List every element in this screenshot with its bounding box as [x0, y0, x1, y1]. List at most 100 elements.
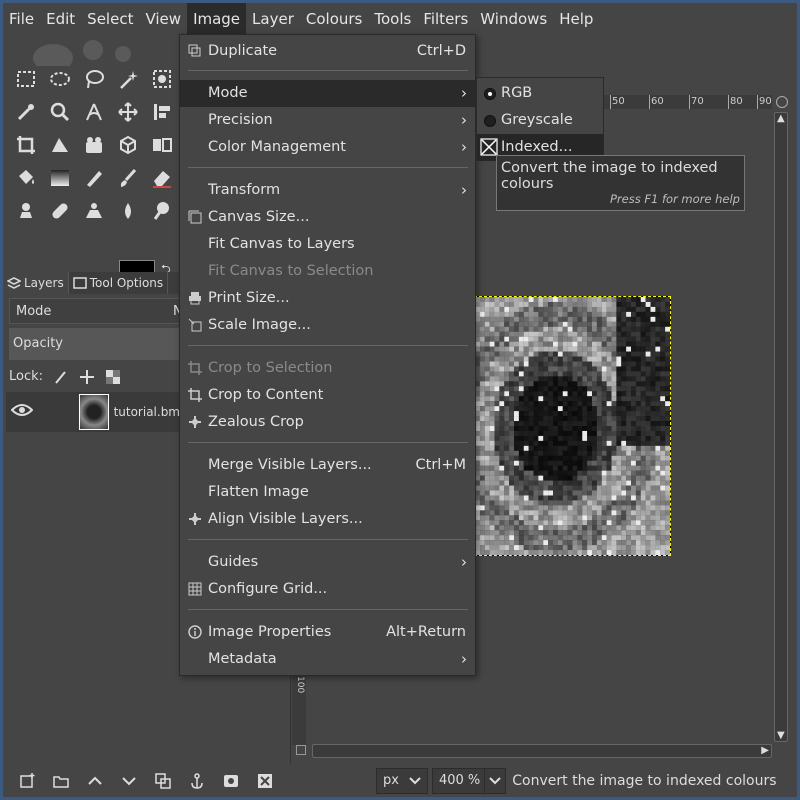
pencil-icon[interactable] [77, 161, 111, 194]
menu-item-crop-content[interactable]: Crop to Content [180, 382, 475, 409]
unit-select[interactable]: px [376, 767, 428, 794]
measure-icon[interactable] [77, 95, 111, 128]
precision-label: Precision [208, 112, 273, 128]
menu-item-fit-canvas-layers[interactable]: Fit Canvas to Layers [180, 231, 475, 258]
3d-transform-icon[interactable] [111, 128, 145, 161]
menu-item-print-size[interactable]: Print Size... [180, 285, 475, 312]
zoom-icon[interactable] [43, 95, 77, 128]
toolbox: ⮌ [3, 36, 180, 308]
menu-item-duplicate[interactable]: Duplicate Ctrl+D [180, 38, 475, 65]
image-properties-accel: Alt+Return [386, 624, 466, 640]
menu-windows[interactable]: Windows [474, 3, 553, 36]
submenu-item-rgb[interactable]: RGB [477, 80, 603, 107]
canvas-size-icon [188, 210, 204, 226]
menu-separator [188, 442, 468, 443]
menu-item-guides[interactable]: Guides › [180, 549, 475, 576]
image-canvas[interactable] [474, 296, 671, 556]
lasso-icon[interactable] [77, 62, 111, 95]
tooltip: Convert the image to indexed colours Pre… [496, 155, 745, 211]
warp-transform-icon[interactable] [77, 128, 111, 161]
raise-layer-icon[interactable] [81, 767, 109, 795]
quick-mask-icon[interactable] [296, 745, 306, 755]
menu-image[interactable]: Image [187, 3, 247, 36]
menu-help[interactable]: Help [553, 3, 599, 36]
new-layer-icon[interactable] [13, 767, 41, 795]
menu-item-metadata[interactable]: Metadata › [180, 646, 475, 673]
layer-mode-select[interactable]: Mode N [9, 298, 183, 324]
menubar: File Edit Select View Image Layer Colour… [3, 3, 797, 36]
menu-item-canvas-size[interactable]: Canvas Size... [180, 204, 475, 231]
menu-item-scale-image[interactable]: Scale Image... [180, 312, 475, 339]
menu-item-zealous-crop[interactable]: Zealous Crop [180, 409, 475, 436]
heal-icon[interactable] [43, 194, 77, 227]
lock-alpha-icon[interactable] [105, 369, 121, 385]
perspective-clone-icon[interactable] [77, 194, 111, 227]
ruler-label: 90 [757, 95, 772, 109]
lock-row: Lock: [9, 366, 180, 388]
anchor-layer-icon[interactable] [183, 767, 211, 795]
new-layer-group-icon[interactable] [47, 767, 75, 795]
eraser-icon[interactable] [145, 161, 179, 194]
submenu-item-greyscale[interactable]: Greyscale [477, 107, 603, 134]
menu-item-align-visible[interactable]: Align Visible Layers... [180, 506, 475, 533]
crop-icon[interactable] [9, 128, 43, 161]
duplicate-label: Duplicate [208, 43, 278, 59]
ruler-label: 60 [649, 95, 664, 109]
zoom-select[interactable]: 400 % [431, 767, 507, 794]
rect-select-icon[interactable] [9, 62, 43, 95]
menu-item-transform[interactable]: Transform › [180, 177, 475, 204]
layer-opacity-slider[interactable]: Opacity [9, 328, 180, 360]
menu-select[interactable]: Select [81, 3, 139, 36]
visibility-eye-icon[interactable] [6, 403, 39, 421]
menu-layer[interactable]: Layer [246, 3, 300, 36]
menu-item-color-management[interactable]: Color Management › [180, 134, 475, 161]
lock-pixels-icon[interactable] [53, 369, 69, 385]
duplicate-accel: Ctrl+D [416, 43, 466, 59]
image-properties-label: Image Properties [208, 624, 332, 640]
menu-colours[interactable]: Colours [300, 3, 368, 36]
crop-content-label: Crop to Content [208, 387, 324, 403]
menu-item-flatten[interactable]: Flatten Image [180, 479, 475, 506]
menu-edit[interactable]: Edit [40, 3, 81, 36]
menu-item-precision[interactable]: Precision › [180, 107, 475, 134]
color-picker-icon[interactable] [9, 95, 43, 128]
menu-tools[interactable]: Tools [368, 3, 417, 36]
menu-item-configure-grid[interactable]: Configure Grid... [180, 576, 475, 603]
menu-item-image-properties[interactable]: Image Properties Alt+Return [180, 619, 475, 646]
layer-mode-label: Mode [16, 304, 52, 319]
status-bar: px 400 % Convert the image to indexed co… [290, 764, 797, 797]
navigate-icon[interactable] [776, 96, 788, 108]
lower-layer-icon[interactable] [115, 767, 143, 795]
flip-icon[interactable] [145, 128, 179, 161]
menu-filters[interactable]: Filters [417, 3, 474, 36]
menu-item-mode[interactable]: Mode › [180, 80, 475, 107]
merge-visible-label: Merge Visible Layers... [208, 457, 372, 473]
align-icon[interactable] [145, 95, 179, 128]
transform-label: Transform [208, 182, 281, 198]
clone-icon[interactable] [9, 194, 43, 227]
dodge-burn-icon[interactable] [145, 194, 179, 227]
tab-layers[interactable]: Layers [3, 272, 69, 294]
move-icon[interactable] [111, 95, 145, 128]
duplicate-layer-icon[interactable] [149, 767, 177, 795]
ellipse-select-icon[interactable] [43, 62, 77, 95]
color-select-icon[interactable] [145, 62, 179, 95]
fuzzy-select-icon[interactable] [111, 62, 145, 95]
unified-transform-icon[interactable] [43, 128, 77, 161]
tab-tool-options[interactable]: Tool Options [69, 272, 169, 294]
lock-position-icon[interactable] [79, 369, 95, 385]
align-visible-icon [188, 512, 204, 528]
delete-layer-icon[interactable] [251, 767, 279, 795]
layer-mask-icon[interactable] [217, 767, 245, 795]
menu-file[interactable]: File [3, 3, 40, 36]
smudge-icon[interactable] [111, 194, 145, 227]
menu-item-merge-visible[interactable]: Merge Visible Layers... Ctrl+M [180, 452, 475, 479]
paintbrush-icon[interactable] [111, 161, 145, 194]
horizontal-scrollbar[interactable]: ▶ [312, 744, 772, 758]
layer-row[interactable]: tutorial.bm [6, 392, 180, 432]
gradient-icon[interactable] [43, 161, 77, 194]
bucket-fill-icon[interactable] [9, 161, 43, 194]
chevron-right-icon: › [461, 84, 467, 102]
vertical-scrollbar[interactable]: ▲ ▼ [774, 112, 788, 742]
menu-view[interactable]: View [139, 3, 187, 36]
